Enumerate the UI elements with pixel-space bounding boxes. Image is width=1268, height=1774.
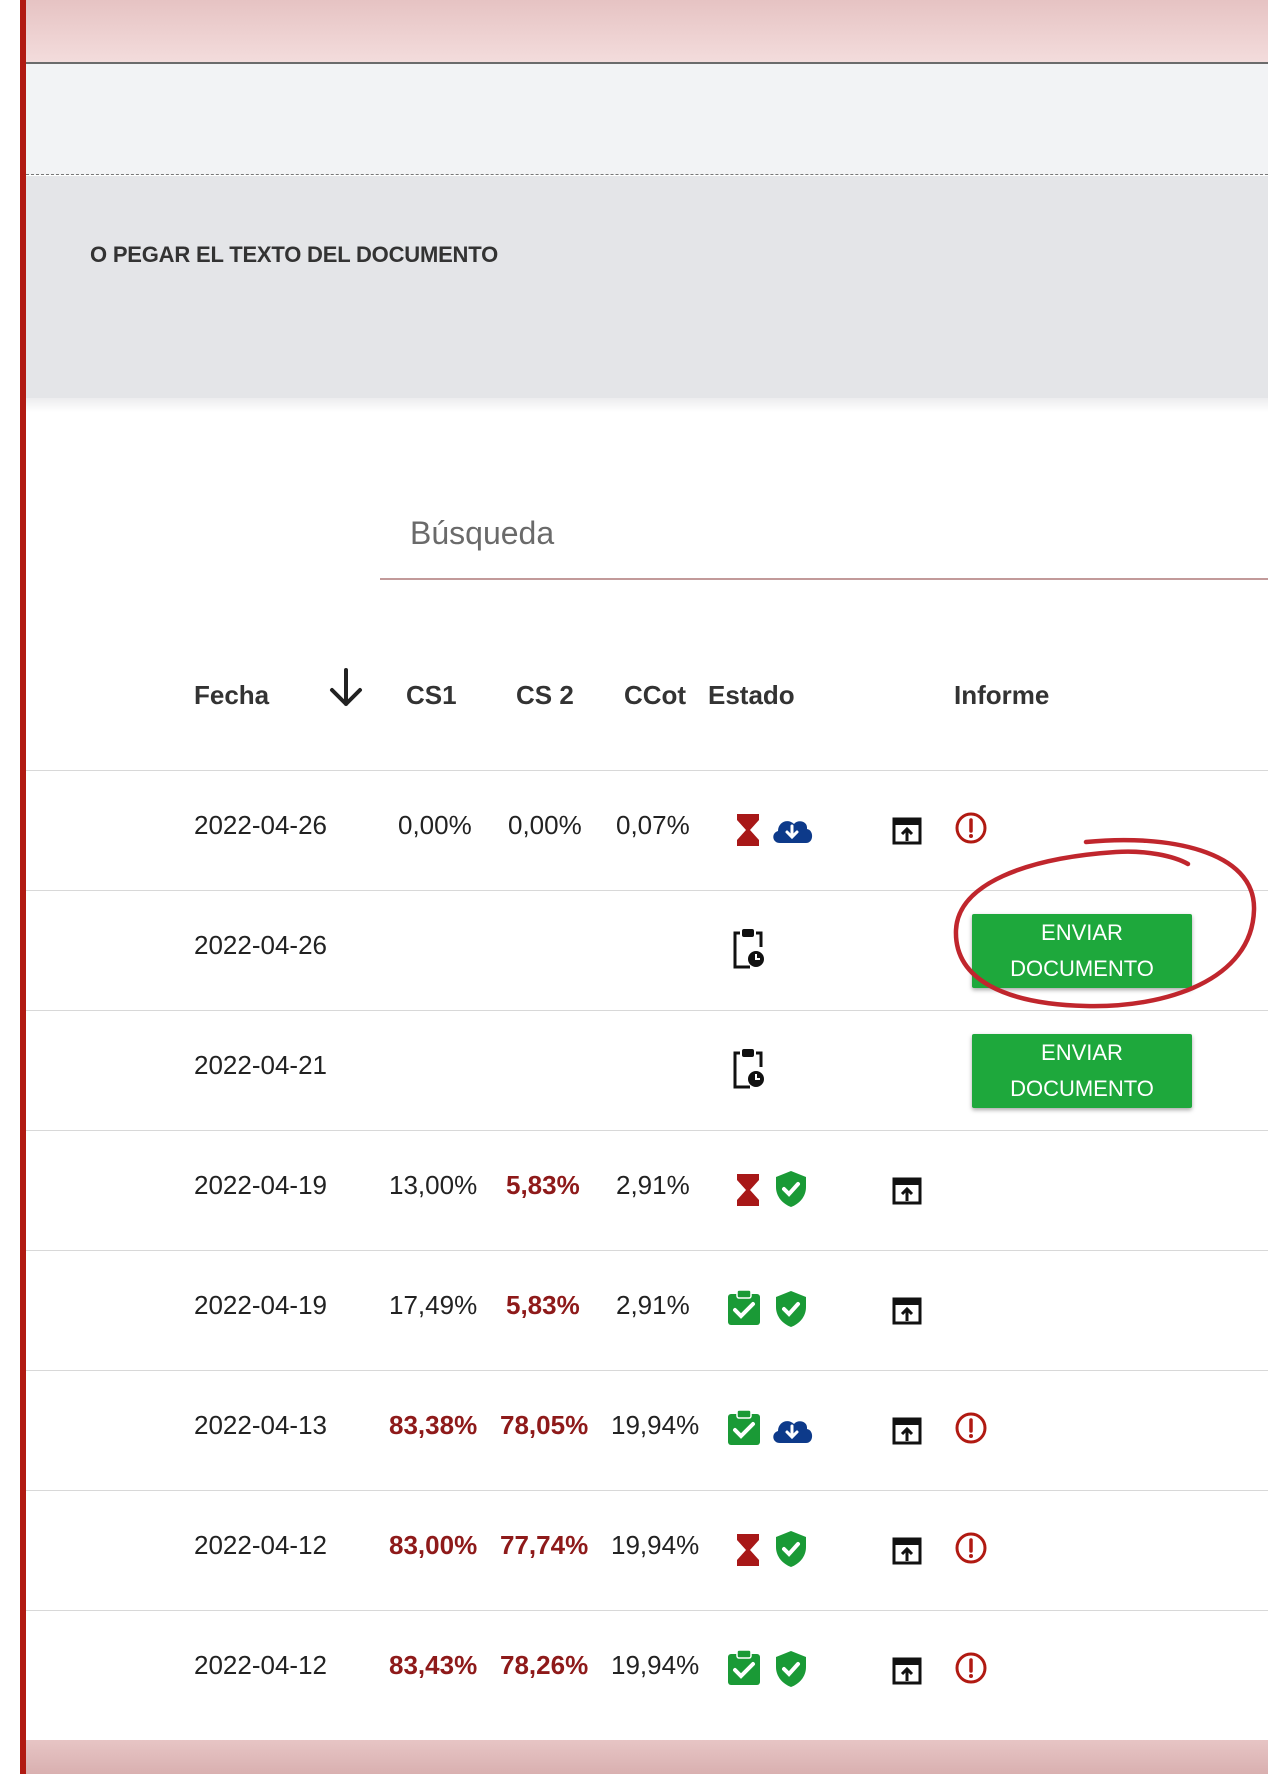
fecha-cell: 2022-04-12 (194, 1530, 327, 1560)
column-header-fecha[interactable]: Fecha (194, 680, 269, 711)
shield-check-icon (776, 1171, 806, 1207)
report-icon[interactable] (892, 1297, 922, 1325)
panel-shadow (26, 398, 1268, 412)
send-document-label-line2: DOCUMENTO (1010, 1076, 1154, 1101)
table-row: 2022-04-13 83,38% 78,05% 19,94% (26, 1370, 1268, 1491)
ccot-cell: 2,91% (616, 1290, 690, 1320)
column-header-ccot: CCot (624, 680, 687, 710)
ccot-cell: 19,94% (611, 1530, 700, 1560)
paste-text-label: O PEGAR EL TEXTO DEL DOCUMENTO (90, 242, 498, 267)
hourglass-icon (737, 814, 759, 846)
cloud-download-icon[interactable] (770, 1415, 814, 1445)
cs2-cell: 5,83% (506, 1290, 580, 1320)
ccot-cell: 2,91% (616, 1170, 690, 1200)
cs1-cell: 13,00% (389, 1170, 478, 1200)
fecha-cell: 2022-04-13 (194, 1410, 327, 1440)
ccot-cell: 19,94% (611, 1650, 700, 1680)
cs2-cell: 0,00% (508, 810, 582, 840)
shield-check-icon (776, 1651, 806, 1687)
send-document-button[interactable]: ENVIAR DOCUMENTO (972, 914, 1192, 988)
table-row: 2022-04-12 83,00% 77,74% 19,94% (26, 1490, 1268, 1611)
ccot-cell: 19,94% (611, 1410, 700, 1440)
fecha-cell: 2022-04-12 (194, 1650, 327, 1680)
report-icon[interactable] (892, 817, 922, 845)
fecha-cell: 2022-04-21 (194, 1050, 327, 1080)
arrow-down-icon[interactable] (326, 664, 366, 712)
clipboard-check-icon (728, 1289, 760, 1325)
report-icon[interactable] (892, 1537, 922, 1565)
send-document-label-line1: ENVIAR (1041, 1040, 1123, 1065)
paste-text-panel[interactable]: O PEGAR EL TEXTO DEL DOCUMENTO (26, 176, 1268, 398)
report-icon[interactable] (892, 1417, 922, 1445)
cs1-cell: 83,00% (389, 1530, 478, 1560)
cs2-cell: 5,83% (506, 1170, 580, 1200)
table-row: 2022-04-26 0,00% 0,00% 0,07% (26, 770, 1268, 891)
header-band (26, 0, 1268, 64)
cs2-cell: 77,74% (500, 1530, 589, 1560)
cs1-cell: 83,38% (389, 1410, 478, 1440)
clipboard-clock-icon (733, 929, 764, 969)
cs1-cell: 17,49% (389, 1290, 478, 1320)
clipboard-check-icon (728, 1649, 760, 1685)
table-row: 2022-04-12 83,43% 78,26% 19,94% (26, 1610, 1268, 1731)
alert-icon[interactable] (954, 811, 988, 845)
send-document-label-line2: DOCUMENTO (1010, 956, 1154, 981)
cs2-cell: 78,05% (500, 1410, 589, 1440)
ccot-cell: 0,07% (616, 810, 690, 840)
page-frame: O PEGAR EL TEXTO DEL DOCUMENTO Fecha CS1… (26, 0, 1268, 1774)
toolbar-band (26, 64, 1268, 175)
search-input[interactable] (380, 500, 1268, 580)
hourglass-icon (737, 1174, 759, 1206)
footer-band (26, 1740, 1268, 1774)
cs1-cell: 83,43% (389, 1650, 478, 1680)
cs1-cell: 0,00% (398, 810, 472, 840)
cs2-cell: 78,26% (500, 1650, 589, 1680)
column-header-cs1: CS1 (406, 680, 457, 710)
table-row: 2022-04-19 13,00% 5,83% 2,91% (26, 1130, 1268, 1251)
report-icon[interactable] (892, 1177, 922, 1205)
cloud-download-icon[interactable] (770, 815, 814, 845)
clipboard-clock-icon (733, 1049, 764, 1089)
shield-check-icon (776, 1531, 806, 1567)
fecha-cell: 2022-04-19 (194, 1290, 327, 1320)
table-row: 2022-04-21 ENVIAR DOCUMENTO (26, 1010, 1268, 1131)
column-header-cs2: CS 2 (516, 680, 574, 710)
table-row: 2022-04-26 ENVIAR DOCUMENTO (26, 890, 1268, 1011)
alert-icon[interactable] (954, 1531, 988, 1565)
clipboard-check-icon (728, 1409, 760, 1445)
send-document-label-line1: ENVIAR (1041, 920, 1123, 945)
hourglass-icon (737, 1534, 759, 1566)
column-header-informe: Informe (954, 680, 1050, 710)
send-document-button[interactable]: ENVIAR DOCUMENTO (972, 1034, 1192, 1108)
shield-check-icon (776, 1291, 806, 1327)
alert-icon[interactable] (954, 1651, 988, 1685)
table-row: 2022-04-19 17,49% 5,83% 2,91% (26, 1250, 1268, 1371)
fecha-cell: 2022-04-26 (194, 930, 327, 960)
column-header-estado: Estado (708, 680, 795, 710)
report-icon[interactable] (892, 1657, 922, 1685)
fecha-cell: 2022-04-26 (194, 810, 327, 840)
alert-icon[interactable] (954, 1411, 988, 1445)
fecha-cell: 2022-04-19 (194, 1170, 327, 1200)
